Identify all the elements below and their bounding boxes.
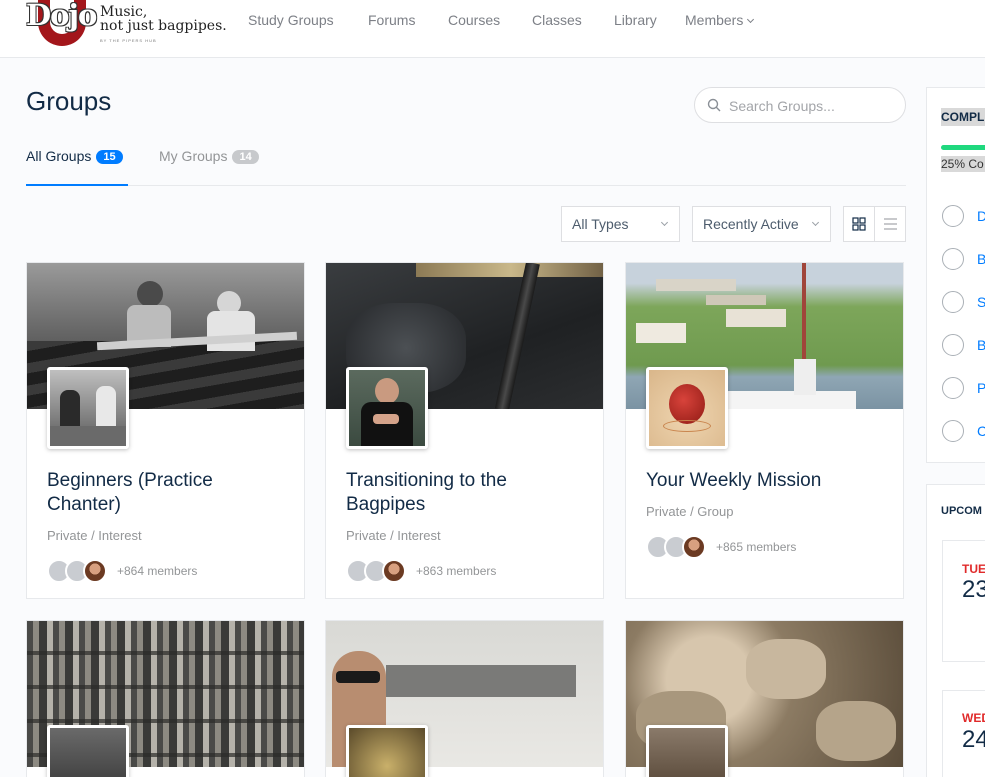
checklist-item[interactable]: P <box>977 380 985 396</box>
view-toggle <box>843 206 906 242</box>
checklist-item[interactable]: C <box>977 423 985 439</box>
progress-widget <box>926 87 985 463</box>
member-count: +863 members <box>416 564 497 578</box>
nav-forums[interactable]: Forums <box>368 12 415 28</box>
member-avatar <box>83 559 107 583</box>
page-title: Groups <box>26 86 112 116</box>
grid-view-button[interactable] <box>844 207 875 241</box>
search-input[interactable] <box>729 96 889 116</box>
group-meta: Private / Interest <box>346 528 441 543</box>
group-meta: Private / Group <box>646 504 734 519</box>
group-card[interactable] <box>325 620 604 777</box>
group-card[interactable]: Beginners (Practice Chanter) Private / I… <box>26 262 305 599</box>
upcoming-heading: UPCOM <box>941 505 982 517</box>
member-count: +864 members <box>117 564 198 578</box>
checklist-item[interactable]: S <box>977 294 985 310</box>
tab-all-groups[interactable]: All Groups 15 <box>26 148 123 165</box>
tab-my-groups[interactable]: My Groups 14 <box>159 148 259 165</box>
progress-heading: COMPL <box>941 108 985 126</box>
nav-members-label: Members <box>685 12 744 28</box>
count-badge: 15 <box>96 150 123 164</box>
list-view-button[interactable] <box>875 207 906 241</box>
member-count: +865 members <box>716 540 797 554</box>
checklist-circle[interactable] <box>942 420 964 442</box>
tab-label: All Groups <box>26 148 92 164</box>
logo-word: Dojo <box>26 0 97 32</box>
list-icon <box>884 218 897 230</box>
top-header: Dojo Music, not just bagpipes. BY THE PI… <box>0 0 985 58</box>
chevron-down-icon <box>747 15 755 24</box>
checklist-circle[interactable] <box>942 248 964 270</box>
group-card[interactable] <box>625 620 904 777</box>
checklist-circle[interactable] <box>942 377 964 399</box>
checklist-item[interactable]: D <box>977 208 985 224</box>
group-title[interactable]: Transitioning to the Bagpipes <box>346 469 586 517</box>
nav-members[interactable]: Members <box>685 12 755 28</box>
group-card[interactable] <box>26 620 305 777</box>
group-avatar <box>47 725 129 777</box>
active-tab-indicator <box>26 184 128 186</box>
type-filter-select[interactable]: All Types <box>561 206 680 242</box>
group-avatar <box>646 367 728 449</box>
nav-library[interactable]: Library <box>614 12 657 28</box>
member-avatar <box>682 535 706 559</box>
tab-label: My Groups <box>159 148 228 164</box>
checklist-circle[interactable] <box>942 205 964 227</box>
group-card[interactable]: Your Weekly Mission Private / Group +865… <box>625 262 904 599</box>
checklist-circle[interactable] <box>942 334 964 356</box>
checklist-item[interactable]: B <box>977 337 985 353</box>
checklist-item[interactable]: B <box>977 251 985 267</box>
tabs-divider <box>26 185 906 186</box>
group-avatar <box>646 725 728 777</box>
nav-classes[interactable]: Classes <box>532 12 582 28</box>
group-avatar <box>346 725 428 777</box>
site-logo[interactable]: Dojo Music, not just bagpipes. BY THE PI… <box>26 0 227 48</box>
group-meta: Private / Interest <box>47 528 142 543</box>
select-value: All Types <box>572 216 629 232</box>
group-avatar <box>346 367 428 449</box>
nav-study-groups[interactable]: Study Groups <box>248 12 334 28</box>
chevron-down-icon <box>811 218 820 227</box>
group-card[interactable]: Transitioning to the Bagpipes Private / … <box>325 262 604 599</box>
member-avatar <box>382 559 406 583</box>
logo-tagline-2: not just bagpipes. <box>100 18 227 34</box>
event-day: WED <box>962 711 985 725</box>
progress-text: 25% Co <box>941 156 985 172</box>
group-avatar <box>47 367 129 449</box>
group-title[interactable]: Your Weekly Mission <box>646 469 886 493</box>
search-icon <box>707 98 721 112</box>
checklist-circle[interactable] <box>942 291 964 313</box>
event-day: TUE <box>962 562 985 576</box>
event-date: 24 <box>962 726 985 753</box>
order-filter-select[interactable]: Recently Active <box>692 206 831 242</box>
chevron-down-icon <box>660 218 669 227</box>
progress-bar <box>941 145 985 150</box>
search-box[interactable] <box>694 87 906 123</box>
grid-icon <box>852 217 866 231</box>
count-badge: 14 <box>232 150 259 164</box>
event-date: 23 <box>962 576 985 603</box>
logo-small-text: BY THE PIPERS HUB <box>100 38 157 43</box>
nav-courses[interactable]: Courses <box>448 12 500 28</box>
select-value: Recently Active <box>703 216 799 232</box>
group-title[interactable]: Beginners (Practice Chanter) <box>47 469 287 517</box>
